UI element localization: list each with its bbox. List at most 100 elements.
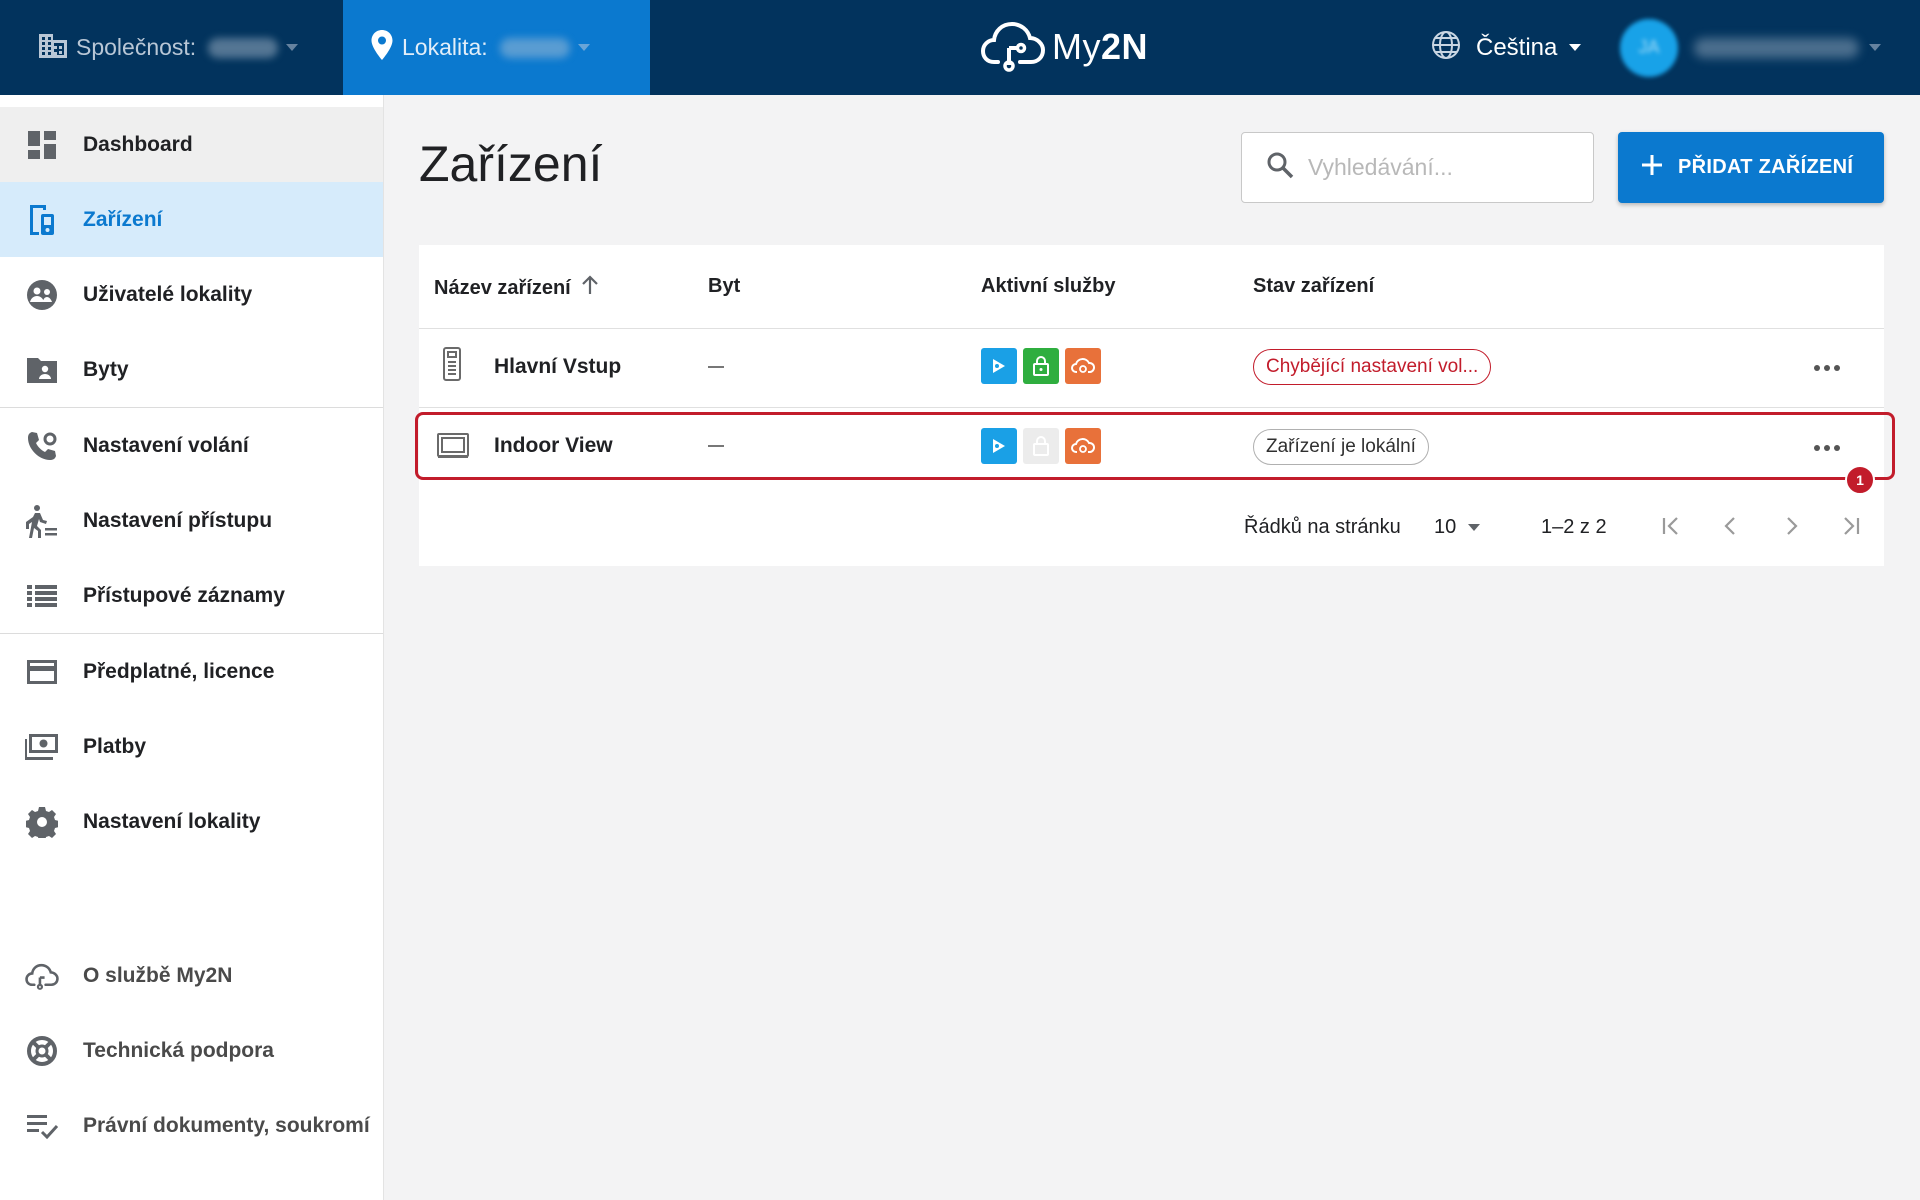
- sidebar-item-label: Nastavení volání: [83, 433, 249, 457]
- previous-page-icon[interactable]: [1715, 510, 1747, 542]
- sidebar-item-tech-support[interactable]: Technická podpora: [0, 1013, 383, 1088]
- folder-person-icon: [25, 353, 59, 387]
- user-name-blurred: [1694, 37, 1859, 58]
- top-bar: Společnost: Lokalita: My2N Čeština JA: [0, 0, 1920, 95]
- caret-down-icon: [286, 44, 299, 51]
- cloud-sync-icon: [1065, 348, 1101, 384]
- table-row[interactable]: Hlavní Vstup Chybějící nastavení vol...: [419, 329, 1884, 407]
- device-name[interactable]: Hlavní Vstup: [494, 355, 621, 379]
- mobile-video-icon: [981, 428, 1017, 464]
- table-row[interactable]: Indoor View Zařízení je lokální: [419, 408, 1884, 486]
- add-device-button[interactable]: PŘIDAT ZAŘÍZENÍ: [1618, 132, 1884, 203]
- sidebar: Dashboard Zařízení Uživatelé lokality By…: [0, 95, 384, 1200]
- cloud-logo-icon: [980, 18, 1046, 77]
- lifebuoy-icon: [25, 1034, 59, 1068]
- page-range: 1–2 z 2: [1541, 515, 1607, 538]
- add-device-label: PŘIDAT ZAŘÍZENÍ: [1678, 156, 1854, 178]
- lock-disabled-icon: [1023, 428, 1059, 464]
- rows-per-page-label: Řádků na stránku: [1244, 515, 1401, 538]
- lock-icon: [1023, 348, 1059, 384]
- sidebar-item-label: Zařízení: [83, 207, 163, 231]
- building-icon: [38, 31, 68, 64]
- next-page-icon[interactable]: [1775, 510, 1807, 542]
- arrow-up-icon: [581, 275, 599, 301]
- company-label: Společnost:: [76, 34, 197, 60]
- dashboard-icon: [25, 128, 59, 162]
- sidebar-item-devices[interactable]: Zařízení: [0, 182, 383, 257]
- caret-down-icon: [1569, 44, 1582, 51]
- apartment-empty: [708, 445, 724, 447]
- sidebar-item-subscription[interactable]: Předplatné, licence: [0, 634, 383, 709]
- column-header-name[interactable]: Název zařízení: [434, 275, 599, 301]
- avatar: JA: [1620, 18, 1678, 77]
- sidebar-item-label: Dashboard: [83, 132, 193, 156]
- location-label: Lokalita:: [402, 34, 488, 60]
- list-icon: [25, 579, 59, 613]
- sidebar-item-label: Právní dokumenty, soukromí: [83, 1113, 370, 1137]
- mobile-video-icon: [981, 348, 1017, 384]
- sidebar-item-dashboard[interactable]: Dashboard: [0, 107, 383, 182]
- device-name[interactable]: Indoor View: [494, 434, 613, 458]
- sidebar-item-payments[interactable]: Platby: [0, 709, 383, 784]
- devices-table: Název zařízení Byt Aktivní služby Stav z…: [419, 245, 1884, 566]
- language-label: Čeština: [1476, 33, 1558, 61]
- more-actions-icon[interactable]: [1814, 445, 1840, 451]
- step-badge: 1: [1845, 465, 1875, 495]
- company-selector[interactable]: Společnost:: [0, 0, 343, 95]
- sidebar-item-label: Nastavení přístupu: [83, 508, 273, 532]
- my2n-logo[interactable]: My2N: [980, 18, 1148, 76]
- sidebar-item-site-users[interactable]: Uživatelé lokality: [0, 257, 383, 332]
- phone-settings-icon: [25, 429, 59, 463]
- caret-down-icon: [577, 44, 590, 51]
- sidebar-item-label: Uživatelé lokality: [83, 282, 253, 306]
- sidebar-item-label: Technická podpora: [83, 1038, 274, 1062]
- caret-down-icon: [1869, 44, 1881, 51]
- cloud-sync-icon: [1065, 428, 1101, 464]
- cloud-icon: [25, 959, 59, 993]
- card-icon: [25, 655, 59, 689]
- globe-icon: [1430, 29, 1462, 66]
- location-selector[interactable]: Lokalita:: [343, 0, 650, 95]
- sidebar-item-label: O službě My2N: [83, 963, 233, 987]
- language-selector[interactable]: Čeština: [1430, 0, 1582, 95]
- first-page-icon[interactable]: [1655, 510, 1687, 542]
- indoor-monitor-icon: [437, 433, 469, 464]
- sidebar-item-apartments[interactable]: Byty: [0, 332, 383, 407]
- sidebar-item-label: Přístupové záznamy: [83, 583, 285, 607]
- users-icon: [25, 278, 59, 312]
- logo-text: My2N: [1052, 26, 1149, 67]
- sidebar-item-label: Byty: [83, 357, 129, 381]
- search-box[interactable]: [1241, 132, 1594, 203]
- column-header-services[interactable]: Aktivní služby: [981, 275, 1115, 298]
- gear-icon: [25, 805, 59, 839]
- column-header-status[interactable]: Stav zařízení: [1253, 275, 1374, 298]
- sidebar-item-label: Nastavení lokality: [83, 809, 261, 833]
- column-header-apartment[interactable]: Byt: [708, 275, 740, 298]
- sidebar-item-label: Předplatné, licence: [83, 659, 275, 683]
- search-input[interactable]: [1308, 154, 1578, 181]
- page-title: Zařízení: [419, 136, 603, 192]
- intercom-icon: [442, 347, 462, 386]
- sidebar-item-access-logs[interactable]: Přístupové záznamy: [0, 558, 383, 633]
- device-icon: [25, 203, 59, 237]
- sidebar-item-legal[interactable]: Právní dokumenty, soukromí: [0, 1088, 383, 1163]
- sidebar-item-label: Platby: [83, 734, 147, 758]
- access-walk-icon: [25, 504, 59, 538]
- sidebar-item-access-settings[interactable]: Nastavení přístupu: [0, 483, 383, 558]
- last-page-icon[interactable]: [1835, 510, 1867, 542]
- location-name-blurred: [499, 37, 570, 58]
- plus-icon: [1640, 153, 1664, 182]
- sidebar-item-site-settings[interactable]: Nastavení lokality: [0, 784, 383, 859]
- search-icon: [1266, 151, 1294, 184]
- payments-icon: [25, 730, 59, 764]
- user-menu[interactable]: JA: [1620, 0, 1881, 95]
- company-name-blurred: [208, 37, 279, 58]
- map-pin-icon: [370, 29, 394, 66]
- sidebar-item-about-my2n[interactable]: O službě My2N: [0, 938, 383, 1013]
- sidebar-item-call-settings[interactable]: Nastavení volání: [0, 408, 383, 483]
- apartment-empty: [708, 366, 724, 368]
- more-actions-icon[interactable]: [1814, 365, 1840, 371]
- status-badge: Zařízení je lokální: [1253, 429, 1429, 465]
- rows-per-page-select[interactable]: 10: [1434, 512, 1481, 542]
- doc-check-icon: [25, 1109, 59, 1143]
